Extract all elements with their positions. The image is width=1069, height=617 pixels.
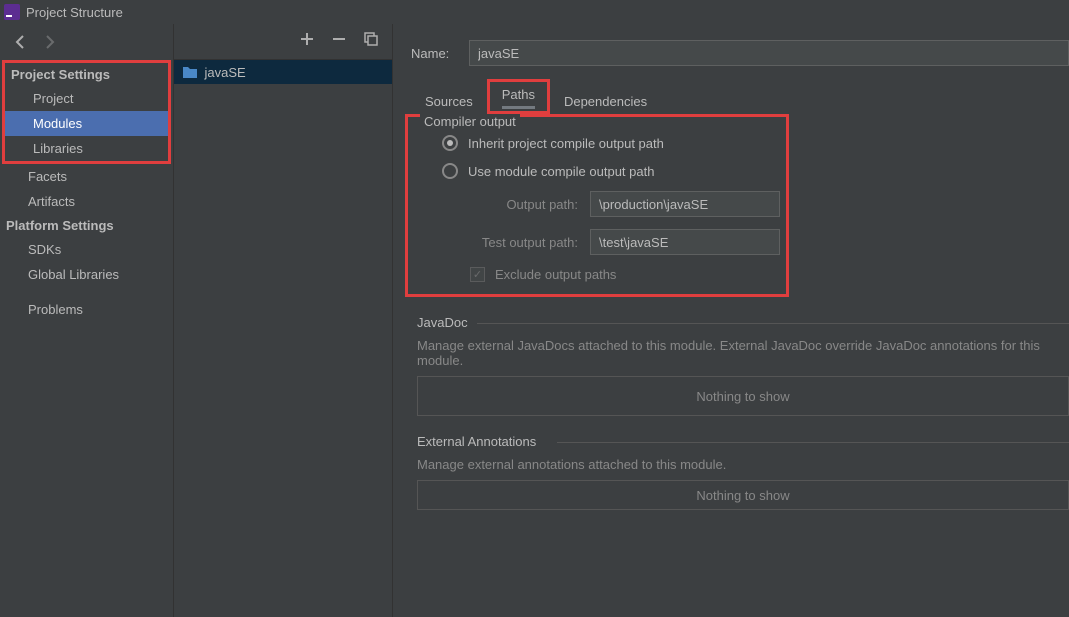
exclude-paths-label: Exclude output paths xyxy=(495,267,616,282)
radio-module-label: Use module compile output path xyxy=(468,164,654,179)
titlebar: Project Structure xyxy=(0,0,1069,24)
output-path-label: Output path: xyxy=(442,197,590,212)
add-module-button[interactable] xyxy=(300,32,314,51)
tab-paths[interactable]: Paths xyxy=(502,85,535,109)
highlight-box-sidebar: Project Settings Project Modules Librari… xyxy=(2,60,171,164)
exclude-paths-checkbox[interactable] xyxy=(470,267,485,282)
test-output-path-label: Test output path: xyxy=(442,235,590,250)
test-output-path-row: Test output path: xyxy=(414,223,780,261)
output-path-input[interactable] xyxy=(590,191,780,217)
highlight-box-compiler: Compiler output Inherit project compile … xyxy=(405,114,789,297)
ext-annotations-desc: Manage external annotations attached to … xyxy=(417,457,1069,472)
paths-content: Compiler output Inherit project compile … xyxy=(393,114,1069,510)
name-label: Name: xyxy=(411,46,469,61)
remove-module-button[interactable] xyxy=(332,32,346,51)
window-title: Project Structure xyxy=(26,5,123,20)
javadoc-title: JavaDoc xyxy=(417,315,1069,330)
sidebar-item-libraries[interactable]: Libraries xyxy=(5,136,168,161)
section-platform-settings: Platform Settings xyxy=(0,214,173,237)
exclude-paths-row[interactable]: Exclude output paths xyxy=(414,261,780,288)
highlight-box-tab: Paths xyxy=(487,79,550,114)
javadoc-empty-text: Nothing to show xyxy=(696,389,789,404)
sidebar-item-artifacts[interactable]: Artifacts xyxy=(0,189,173,214)
radio-inherit-label: Inherit project compile output path xyxy=(468,136,664,151)
compiler-output-title: Compiler output xyxy=(420,114,520,129)
radio-inherit[interactable] xyxy=(442,135,458,151)
sidebar-item-global-libraries[interactable]: Global Libraries xyxy=(0,262,173,287)
left-panel: Project Settings Project Modules Librari… xyxy=(0,24,174,617)
module-toolbar xyxy=(174,24,392,60)
main-layout: Project Settings Project Modules Librari… xyxy=(0,24,1069,617)
javadoc-empty: Nothing to show xyxy=(417,376,1069,416)
external-annotations-section: External Annotations Manage external ann… xyxy=(417,434,1069,510)
module-name-label: javaSE xyxy=(204,65,245,80)
sidebar-item-modules[interactable]: Modules xyxy=(5,111,168,136)
ext-annotations-title: External Annotations xyxy=(417,434,1069,449)
radio-module[interactable] xyxy=(442,163,458,179)
tab-sources[interactable]: Sources xyxy=(411,88,487,114)
javadoc-section: JavaDoc Manage external JavaDocs attache… xyxy=(417,315,1069,416)
app-logo-icon xyxy=(4,4,20,20)
javadoc-desc: Manage external JavaDocs attached to thi… xyxy=(417,338,1069,368)
test-output-path-input[interactable] xyxy=(590,229,780,255)
radio-inherit-row[interactable]: Inherit project compile output path xyxy=(414,129,780,157)
sidebar-item-problems[interactable]: Problems xyxy=(0,297,173,322)
sidebar-item-project[interactable]: Project xyxy=(5,86,168,111)
ext-annotations-empty-text: Nothing to show xyxy=(696,488,789,503)
copy-module-button[interactable] xyxy=(364,32,378,51)
module-item-javase[interactable]: javaSE xyxy=(174,60,392,84)
forward-button[interactable] xyxy=(40,33,58,51)
name-row: Name: xyxy=(393,34,1069,72)
sidebar-item-facets[interactable]: Facets xyxy=(0,164,173,189)
module-folder-icon xyxy=(182,65,198,79)
module-list-panel: javaSE xyxy=(174,24,393,617)
back-button[interactable] xyxy=(12,33,30,51)
radio-module-row[interactable]: Use module compile output path xyxy=(414,157,780,185)
module-detail-panel: Name: Sources Paths Dependencies Compile… xyxy=(393,24,1069,617)
sidebar-item-sdks[interactable]: SDKs xyxy=(0,237,173,262)
nav-history xyxy=(0,24,173,60)
tab-dependencies[interactable]: Dependencies xyxy=(550,88,661,114)
ext-annotations-empty: Nothing to show xyxy=(417,480,1069,510)
module-tabs: Sources Paths Dependencies xyxy=(393,80,1069,114)
section-project-settings: Project Settings xyxy=(5,63,168,86)
module-name-input[interactable] xyxy=(469,40,1069,66)
output-path-row: Output path: xyxy=(414,185,780,223)
